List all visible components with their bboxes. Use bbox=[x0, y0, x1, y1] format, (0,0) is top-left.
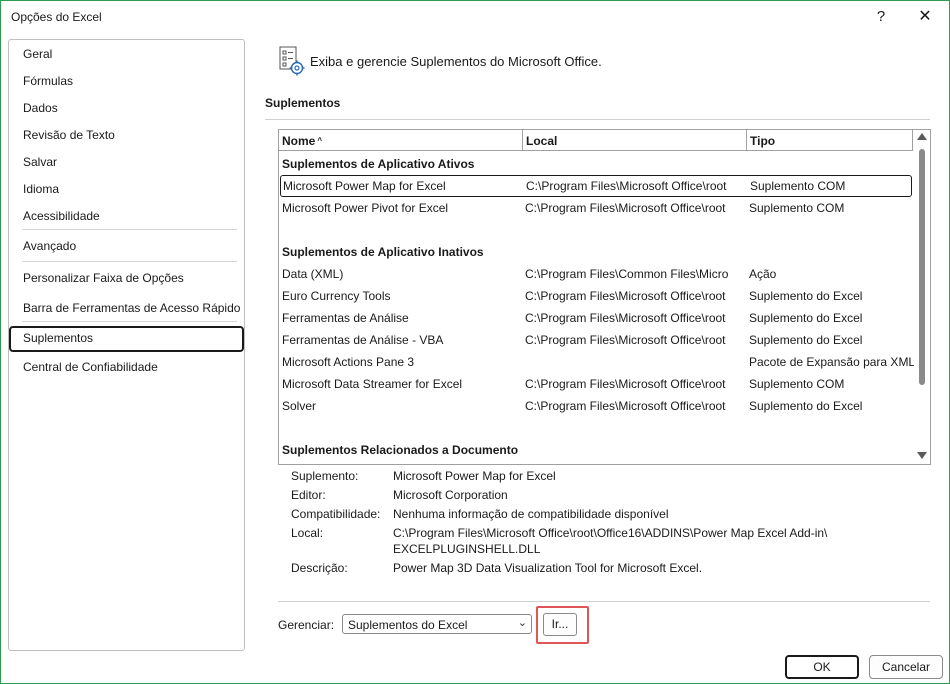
ok-button[interactable]: OK bbox=[785, 655, 859, 679]
row-location: C:\Program Files\Microsoft Office\root bbox=[525, 289, 726, 303]
row-name: Ferramentas de Análise bbox=[282, 311, 409, 325]
table-row[interactable]: Microsoft Actions Pane 3 Pacote de Expan… bbox=[279, 351, 916, 373]
sidebar-item-avancado[interactable]: Avançado bbox=[10, 234, 242, 258]
row-name: Microsoft Data Streamer for Excel bbox=[282, 377, 463, 391]
close-icon[interactable]: ✕ bbox=[907, 5, 943, 29]
sidebar-item-revisao[interactable]: Revisão de Texto bbox=[10, 123, 242, 147]
row-location: C:\Program Files\Microsoft Office\root bbox=[525, 311, 726, 325]
row-type: Pacote de Expansão para XML bbox=[749, 355, 916, 369]
detail-location-label: Local: bbox=[291, 526, 324, 540]
table-row[interactable]: Microsoft Data Streamer for Excel C:\Pro… bbox=[279, 373, 913, 395]
row-type: Suplemento COM bbox=[749, 377, 845, 391]
column-name-label: Nome bbox=[282, 134, 316, 148]
sidebar-item-central-confiabilidade[interactable]: Central de Confiabilidade bbox=[10, 355, 242, 379]
sidebar-item-idioma[interactable]: Idioma bbox=[10, 177, 242, 201]
column-header-type[interactable]: Tipo bbox=[747, 130, 913, 151]
table-row[interactable]: Microsoft Power Map for Excel C:\Program… bbox=[280, 175, 912, 197]
row-location: C:\Program Files\Common Files\Micro bbox=[525, 267, 729, 281]
section-title: Suplementos bbox=[265, 96, 341, 110]
group-header-inactive: Suplementos de Aplicativo Inativos bbox=[282, 245, 484, 259]
go-button[interactable]: Ir... bbox=[543, 613, 577, 636]
scroll-down-icon[interactable] bbox=[917, 452, 927, 459]
table-row[interactable]: Solver C:\Program Files\Microsoft Office… bbox=[279, 395, 913, 417]
detail-compat-label: Compatibilidade: bbox=[291, 507, 381, 521]
row-name: Microsoft Actions Pane 3 bbox=[282, 355, 415, 369]
section-divider bbox=[265, 119, 930, 120]
addins-list[interactable]: Nome ^ Local Tipo Suplementos de Aplicati… bbox=[278, 129, 931, 465]
cancel-button[interactable]: Cancelar bbox=[869, 655, 943, 679]
sidebar-item-barra-acesso-rapido[interactable]: Barra de Ferramentas de Acesso Rápido bbox=[10, 296, 242, 320]
column-header-location[interactable]: Local bbox=[523, 130, 747, 151]
sidebar-divider bbox=[22, 321, 237, 322]
dialog-title: Opções do Excel bbox=[11, 10, 102, 24]
row-type: Suplemento do Excel bbox=[749, 399, 863, 413]
detail-addin-value: Microsoft Power Map for Excel bbox=[393, 469, 556, 483]
row-location: C:\Program Files\Microsoft Office\root bbox=[525, 377, 726, 391]
sidebar-item-geral[interactable]: Geral bbox=[10, 42, 242, 66]
row-type: Suplemento COM bbox=[749, 201, 845, 215]
table-row[interactable]: Euro Currency Tools C:\Program Files\Mic… bbox=[279, 285, 913, 307]
detail-location-value-cont: EXCELPLUGINSHELL.DLL bbox=[393, 542, 541, 556]
table-row[interactable]: Ferramentas de Análise C:\Program Files\… bbox=[279, 307, 913, 329]
sidebar-item-salvar[interactable]: Salvar bbox=[10, 150, 242, 174]
list-scrollbar[interactable] bbox=[914, 130, 930, 464]
sort-ascending-icon: ^ bbox=[317, 136, 323, 145]
sidebar-item-personalizar-faixa[interactable]: Personalizar Faixa de Opções bbox=[10, 266, 242, 290]
row-name: Euro Currency Tools bbox=[282, 289, 391, 303]
row-type: Suplemento do Excel bbox=[749, 289, 863, 303]
manage-divider bbox=[278, 601, 930, 602]
sidebar-item-dados[interactable]: Dados bbox=[10, 96, 242, 120]
group-header-document: Suplementos Relacionados a Documento bbox=[282, 443, 519, 457]
detail-compat-value: Nenhuma informação de compatibilidade di… bbox=[393, 507, 669, 521]
addins-settings-icon bbox=[279, 46, 305, 76]
table-row[interactable]: Data (XML) C:\Program Files\Common Files… bbox=[279, 263, 913, 285]
group-header-active: Suplementos de Aplicativo Ativos bbox=[282, 157, 475, 171]
excel-options-dialog: Opções do Excel ? ✕ Geral Fórmulas Dados… bbox=[0, 0, 950, 684]
detail-description-value: Power Map 3D Data Visualization Tool for… bbox=[393, 561, 703, 575]
manage-dropdown[interactable]: Suplementos do Excel ⌄ bbox=[342, 614, 532, 634]
sidebar-item-suplementos[interactable]: Suplementos bbox=[9, 326, 244, 352]
scroll-up-icon[interactable] bbox=[917, 133, 927, 140]
options-sidebar: Geral Fórmulas Dados Revisão de Texto Sa… bbox=[8, 39, 245, 651]
manage-label: Gerenciar: bbox=[278, 618, 335, 632]
row-type: Suplemento COM bbox=[750, 179, 846, 193]
row-name: Microsoft Power Pivot for Excel bbox=[282, 201, 449, 215]
row-location: C:\Program Files\Microsoft Office\root bbox=[525, 333, 726, 347]
detail-description-label: Descrição: bbox=[291, 561, 348, 575]
sidebar-item-formulas[interactable]: Fórmulas bbox=[10, 69, 242, 93]
detail-location-value: C:\Program Files\Microsoft Office\root\O… bbox=[393, 526, 828, 540]
row-location: C:\Program Files\Microsoft Office\root bbox=[525, 399, 726, 413]
row-name: Microsoft Power Map for Excel bbox=[283, 179, 446, 193]
page-header: Exiba e gerencie Suplementos do Microsof… bbox=[310, 54, 602, 69]
chevron-down-icon: ⌄ bbox=[517, 617, 527, 629]
detail-addin-label: Suplemento: bbox=[291, 469, 359, 483]
help-icon[interactable]: ? bbox=[863, 5, 899, 29]
table-row[interactable]: Ferramentas de Análise - VBA C:\Program … bbox=[279, 329, 913, 351]
row-type: Ação bbox=[749, 267, 777, 281]
row-type: Suplemento do Excel bbox=[749, 333, 863, 347]
sidebar-divider bbox=[22, 261, 237, 262]
detail-publisher-value: Microsoft Corporation bbox=[393, 488, 508, 502]
column-header-name[interactable]: Nome ^ bbox=[279, 130, 523, 151]
row-location: C:\Program Files\Microsoft Office\root bbox=[525, 201, 726, 215]
table-row[interactable]: Microsoft Power Pivot for Excel C:\Progr… bbox=[279, 197, 913, 219]
row-type: Suplemento do Excel bbox=[749, 311, 863, 325]
detail-publisher-label: Editor: bbox=[291, 488, 326, 502]
scroll-thumb[interactable] bbox=[919, 149, 925, 385]
row-location: C:\Program Files\Microsoft Office\root bbox=[526, 179, 727, 193]
sidebar-item-acessibilidade[interactable]: Acessibilidade bbox=[10, 204, 242, 228]
manage-dropdown-value: Suplementos do Excel bbox=[348, 618, 468, 632]
row-name: Ferramentas de Análise - VBA bbox=[282, 333, 444, 347]
row-name: Solver bbox=[282, 399, 317, 413]
title-bar: Opções do Excel ? ✕ bbox=[1, 1, 949, 33]
sidebar-divider bbox=[22, 229, 237, 230]
row-name: Data (XML) bbox=[282, 267, 344, 281]
